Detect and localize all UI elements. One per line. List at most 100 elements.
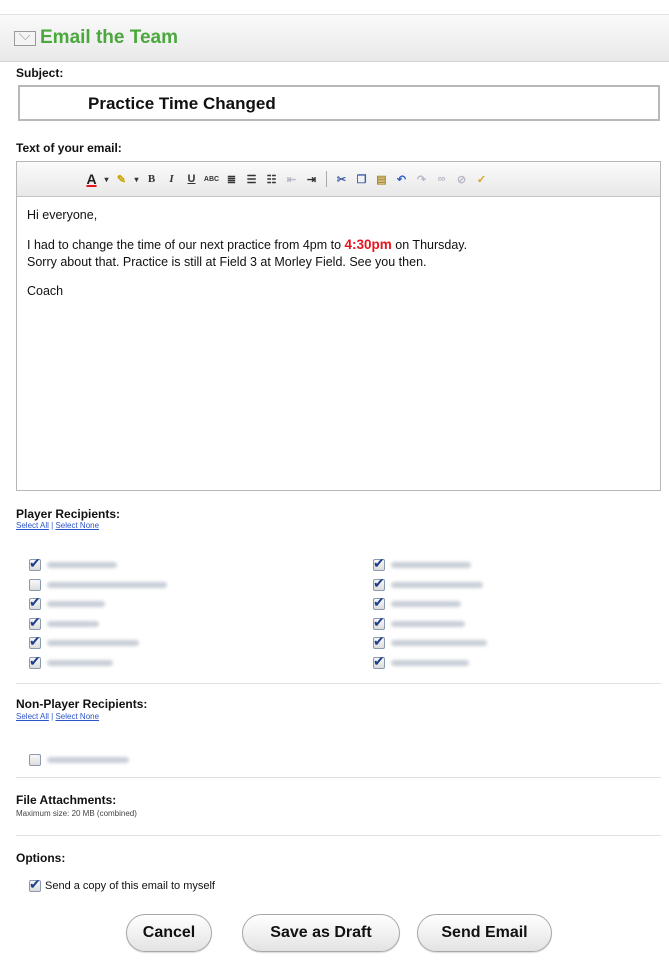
recipient-checkbox[interactable] <box>373 575 385 592</box>
recipient-checkbox[interactable] <box>29 614 41 631</box>
email-body: Hi everyone, I had to change the time of… <box>17 197 660 322</box>
recipient-row[interactable] <box>373 633 487 650</box>
recipient-name-redacted <box>391 562 471 568</box>
bullet-list-icon[interactable]: ☰ <box>243 171 260 188</box>
recipient-name-redacted <box>391 659 469 666</box>
recipient-checkbox[interactable] <box>29 754 41 766</box>
non-player-select-all-link[interactable]: Select All <box>16 712 49 721</box>
email-signoff: Coach <box>27 284 64 298</box>
email-line1-b: on Thursday. <box>391 238 468 252</box>
toolbar-separator <box>326 171 327 187</box>
copy-to-self-label: Send a copy of this email to myself <box>45 880 215 892</box>
link-icon[interactable]: ∞ <box>433 171 450 188</box>
recipient-name-redacted <box>391 581 483 588</box>
font-color-icon[interactable]: A <box>83 171 100 188</box>
divider <box>16 835 661 836</box>
clean-format-icon[interactable]: ✓ <box>473 171 490 188</box>
recipient-row[interactable] <box>29 578 167 592</box>
recipient-checkbox[interactable] <box>373 633 385 650</box>
copy-to-self-checkbox[interactable] <box>29 876 41 893</box>
recipient-checkbox[interactable] <box>29 653 41 670</box>
rich-text-editor[interactable]: A ▾ ✎ ▾ B I U ABC ≣ ☰ ☷ ⇤ ⇥ ✂ ❐ ▤ ↶ ↷ ∞ … <box>16 161 661 491</box>
editor-toolbar: A ▾ ✎ ▾ B I U ABC ≣ ☰ ☷ ⇤ ⇥ ✂ ❐ ▤ ↶ ↷ ∞ … <box>17 162 660 197</box>
cancel-button[interactable]: Cancel <box>126 914 212 952</box>
unlink-icon[interactable]: ⊘ <box>453 171 470 188</box>
page-title: Email the Team <box>40 27 178 48</box>
email-line2: Sorry about that. Practice is still at F… <box>27 255 427 269</box>
recipient-checkbox[interactable] <box>29 555 41 572</box>
spellcheck-icon[interactable]: ABC <box>203 171 220 188</box>
recipient-name-redacted <box>391 640 487 646</box>
recipient-row[interactable] <box>29 594 105 611</box>
recipient-checkbox[interactable] <box>373 555 385 572</box>
top-bar <box>0 0 669 15</box>
envelope-icon <box>14 30 36 46</box>
subject-label: Subject: <box>16 66 64 80</box>
bold-icon[interactable]: B <box>143 171 160 188</box>
link-divider: | <box>51 521 54 530</box>
divider <box>16 777 661 778</box>
panel-header: Email the Team <box>0 15 669 62</box>
recipient-row[interactable] <box>373 575 483 592</box>
undo-icon[interactable]: ↶ <box>393 171 410 188</box>
recipient-name-redacted <box>47 640 139 646</box>
save-draft-button[interactable]: Save as Draft <box>242 914 400 952</box>
email-paragraph: I had to change the time of our next pra… <box>27 236 650 271</box>
send-email-button[interactable]: Send Email <box>417 914 552 952</box>
recipient-checkbox[interactable] <box>373 614 385 631</box>
recipient-name-redacted <box>391 620 465 627</box>
recipient-row[interactable] <box>373 594 461 611</box>
recipient-row[interactable] <box>373 614 465 631</box>
copy-icon[interactable]: ❐ <box>353 171 370 188</box>
recipient-row[interactable] <box>29 614 99 631</box>
cut-icon[interactable]: ✂ <box>333 171 350 188</box>
indent-icon[interactable]: ⇥ <box>303 171 320 188</box>
recipient-row[interactable] <box>29 753 129 767</box>
non-player-recipients-label: Non-Player Recipients: <box>16 697 148 711</box>
file-attachments-label: File Attachments: <box>16 793 117 807</box>
non-player-select-links: Select All | Select None <box>16 712 99 721</box>
recipient-row[interactable] <box>373 555 471 572</box>
email-text-label: Text of your email: <box>16 141 122 155</box>
email-line1-a: I had to change the time of our next pra… <box>27 238 345 252</box>
divider <box>16 683 661 684</box>
paste-icon[interactable]: ▤ <box>373 171 390 188</box>
player-recipients-label: Player Recipients: <box>16 507 121 521</box>
recipient-checkbox[interactable] <box>29 633 41 650</box>
recipient-name-redacted <box>47 601 105 607</box>
recipient-name-redacted <box>47 562 117 568</box>
font-color-dropdown-icon[interactable]: ▾ <box>103 171 110 188</box>
copy-to-self-option[interactable]: Send a copy of this email to myself <box>29 876 215 893</box>
email-greeting: Hi everyone, <box>27 208 98 222</box>
player-select-all-link[interactable]: Select All <box>16 521 49 530</box>
recipient-name-redacted <box>47 581 167 588</box>
non-player-select-none-link[interactable]: Select None <box>55 712 99 721</box>
highlight-icon[interactable]: ✎ <box>113 171 130 188</box>
email-highlight-time: 4:30pm <box>344 237 392 252</box>
recipient-checkbox[interactable] <box>373 594 385 611</box>
recipient-checkbox[interactable] <box>373 653 385 670</box>
recipient-row[interactable] <box>29 555 117 572</box>
link-divider: | <box>51 712 54 721</box>
justify-icon[interactable]: ≣ <box>223 171 240 188</box>
recipient-row[interactable] <box>373 653 469 670</box>
italic-icon[interactable]: I <box>163 171 180 188</box>
attachment-size-note: Maximum size: 20 MB (combined) <box>16 809 137 818</box>
recipient-row[interactable] <box>29 653 113 670</box>
numbered-list-icon[interactable]: ☷ <box>263 171 280 188</box>
recipient-name-redacted <box>47 757 129 763</box>
subject-value: Practice Time Changed <box>88 94 276 113</box>
outdent-icon[interactable]: ⇤ <box>283 171 300 188</box>
subject-input[interactable]: Practice Time Changed <box>18 85 660 121</box>
underline-icon[interactable]: U <box>183 171 200 188</box>
recipient-checkbox[interactable] <box>29 594 41 611</box>
recipient-name-redacted <box>391 601 461 607</box>
recipient-name-redacted <box>47 659 113 666</box>
player-select-links: Select All | Select None <box>16 521 99 530</box>
highlight-dropdown-icon[interactable]: ▾ <box>133 171 140 188</box>
redo-icon[interactable]: ↷ <box>413 171 430 188</box>
options-label: Options: <box>16 851 66 865</box>
player-select-none-link[interactable]: Select None <box>55 521 99 530</box>
recipient-row[interactable] <box>29 633 139 650</box>
recipient-checkbox[interactable] <box>29 578 41 591</box>
